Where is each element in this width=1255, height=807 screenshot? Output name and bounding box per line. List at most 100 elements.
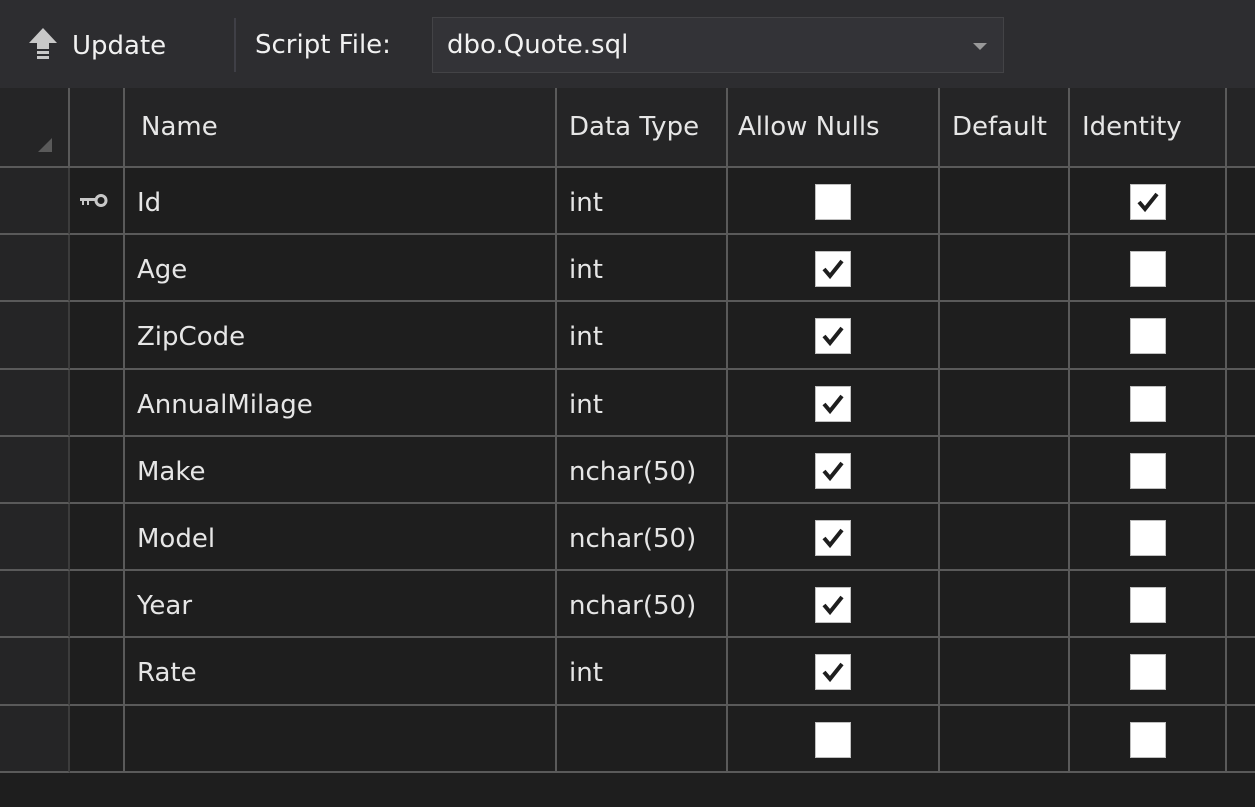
identity-cell[interactable]: [1070, 302, 1227, 370]
key-cell[interactable]: [70, 370, 125, 437]
identity-checkbox[interactable]: [1129, 250, 1166, 287]
default-cell[interactable]: [940, 706, 1070, 773]
data-type-cell-text: int: [569, 188, 603, 218]
identity-checkbox[interactable]: [1129, 721, 1166, 758]
name-cell-text: Make: [137, 457, 206, 487]
identity-cell[interactable]: [1070, 168, 1227, 235]
column-header-identity[interactable]: Identity: [1070, 88, 1227, 168]
allow-nulls-checkbox[interactable]: [815, 452, 851, 489]
data-type-cell-text: int: [569, 658, 603, 688]
allow-nulls-checkbox[interactable]: [815, 318, 851, 354]
allow-nulls-checkbox[interactable]: [815, 519, 851, 556]
allow-nulls-cell[interactable]: [728, 437, 940, 504]
allow-nulls-cell[interactable]: [728, 370, 940, 437]
name-cell[interactable]: AnnualMilage: [125, 370, 557, 437]
key-cell[interactable]: [70, 302, 125, 370]
identity-checkbox[interactable]: [1129, 318, 1166, 354]
filler-cell: [1227, 437, 1255, 504]
identity-checkbox[interactable]: [1129, 452, 1166, 489]
data-type-cell[interactable]: [557, 706, 728, 773]
data-type-cell[interactable]: nchar(50): [557, 437, 728, 504]
select-all-corner[interactable]: [0, 88, 70, 168]
data-type-cell[interactable]: int: [557, 235, 728, 302]
key-cell[interactable]: [70, 706, 125, 773]
data-type-cell-text: nchar(50): [569, 524, 697, 554]
allow-nulls-checkbox[interactable]: [815, 385, 851, 422]
row-selector[interactable]: [0, 706, 70, 773]
name-cell[interactable]: Year: [125, 571, 557, 638]
data-type-cell[interactable]: nchar(50): [557, 571, 728, 638]
default-cell[interactable]: [940, 504, 1070, 571]
row-selector[interactable]: [0, 370, 70, 437]
name-cell[interactable]: Rate: [125, 638, 557, 706]
column-header-data-type[interactable]: Data Type: [557, 88, 728, 168]
name-cell[interactable]: [125, 706, 557, 773]
allow-nulls-checkbox[interactable]: [815, 654, 851, 690]
data-type-cell[interactable]: int: [557, 168, 728, 235]
row-selector[interactable]: [0, 235, 70, 302]
default-cell[interactable]: [940, 168, 1070, 235]
name-cell[interactable]: Make: [125, 437, 557, 504]
default-cell[interactable]: [940, 437, 1070, 504]
column-header-default[interactable]: Default: [940, 88, 1070, 168]
allow-nulls-cell[interactable]: [728, 571, 940, 638]
default-cell[interactable]: [940, 571, 1070, 638]
filler-cell: [1227, 504, 1255, 571]
identity-cell[interactable]: [1070, 706, 1227, 773]
row-selector[interactable]: [0, 638, 70, 706]
identity-checkbox[interactable]: [1129, 654, 1166, 690]
update-button[interactable]: Update: [28, 22, 166, 70]
key-cell[interactable]: [70, 638, 125, 706]
key-cell[interactable]: [70, 504, 125, 571]
allow-nulls-cell[interactable]: [728, 235, 940, 302]
row-selector[interactable]: [0, 437, 70, 504]
allow-nulls-checkbox[interactable]: [815, 586, 851, 623]
allow-nulls-checkbox[interactable]: [815, 721, 851, 758]
identity-checkbox[interactable]: [1129, 519, 1166, 556]
row-selector[interactable]: [0, 571, 70, 638]
name-cell[interactable]: Model: [125, 504, 557, 571]
update-label: Update: [72, 31, 167, 61]
identity-cell[interactable]: [1070, 370, 1227, 437]
key-cell[interactable]: [70, 168, 125, 235]
identity-cell[interactable]: [1070, 638, 1227, 706]
default-cell[interactable]: [940, 370, 1070, 437]
default-cell[interactable]: [940, 235, 1070, 302]
identity-checkbox[interactable]: [1129, 385, 1166, 422]
key-cell[interactable]: [70, 235, 125, 302]
column-header-name[interactable]: Name: [125, 88, 557, 168]
key-cell[interactable]: [70, 437, 125, 504]
default-cell[interactable]: [940, 302, 1070, 370]
row-selector[interactable]: [0, 302, 70, 370]
column-header-default-label: Default: [952, 112, 1047, 142]
identity-cell[interactable]: [1070, 504, 1227, 571]
name-cell-text: ZipCode: [137, 322, 246, 352]
allow-nulls-checkbox[interactable]: [815, 250, 851, 287]
script-file-dropdown[interactable]: dbo.Quote.sql: [432, 17, 1004, 73]
identity-checkbox[interactable]: [1129, 183, 1166, 220]
name-cell[interactable]: Age: [125, 235, 557, 302]
allow-nulls-cell[interactable]: [728, 168, 940, 235]
data-type-cell[interactable]: int: [557, 370, 728, 437]
allow-nulls-cell[interactable]: [728, 706, 940, 773]
identity-checkbox[interactable]: [1129, 586, 1166, 623]
default-cell[interactable]: [940, 638, 1070, 706]
allow-nulls-checkbox[interactable]: [815, 183, 851, 220]
data-type-cell-text: int: [569, 390, 603, 420]
data-type-cell[interactable]: int: [557, 638, 728, 706]
allow-nulls-cell[interactable]: [728, 504, 940, 571]
row-selector[interactable]: [0, 504, 70, 571]
data-type-cell-text: nchar(50): [569, 457, 697, 487]
identity-cell[interactable]: [1070, 437, 1227, 504]
allow-nulls-cell[interactable]: [728, 302, 940, 370]
name-cell[interactable]: Id: [125, 168, 557, 235]
column-header-allow-nulls[interactable]: Allow Nulls: [728, 88, 940, 168]
allow-nulls-cell[interactable]: [728, 638, 940, 706]
data-type-cell[interactable]: nchar(50): [557, 504, 728, 571]
identity-cell[interactable]: [1070, 571, 1227, 638]
data-type-cell[interactable]: int: [557, 302, 728, 370]
key-cell[interactable]: [70, 571, 125, 638]
row-selector[interactable]: [0, 168, 70, 235]
name-cell[interactable]: ZipCode: [125, 302, 557, 370]
identity-cell[interactable]: [1070, 235, 1227, 302]
